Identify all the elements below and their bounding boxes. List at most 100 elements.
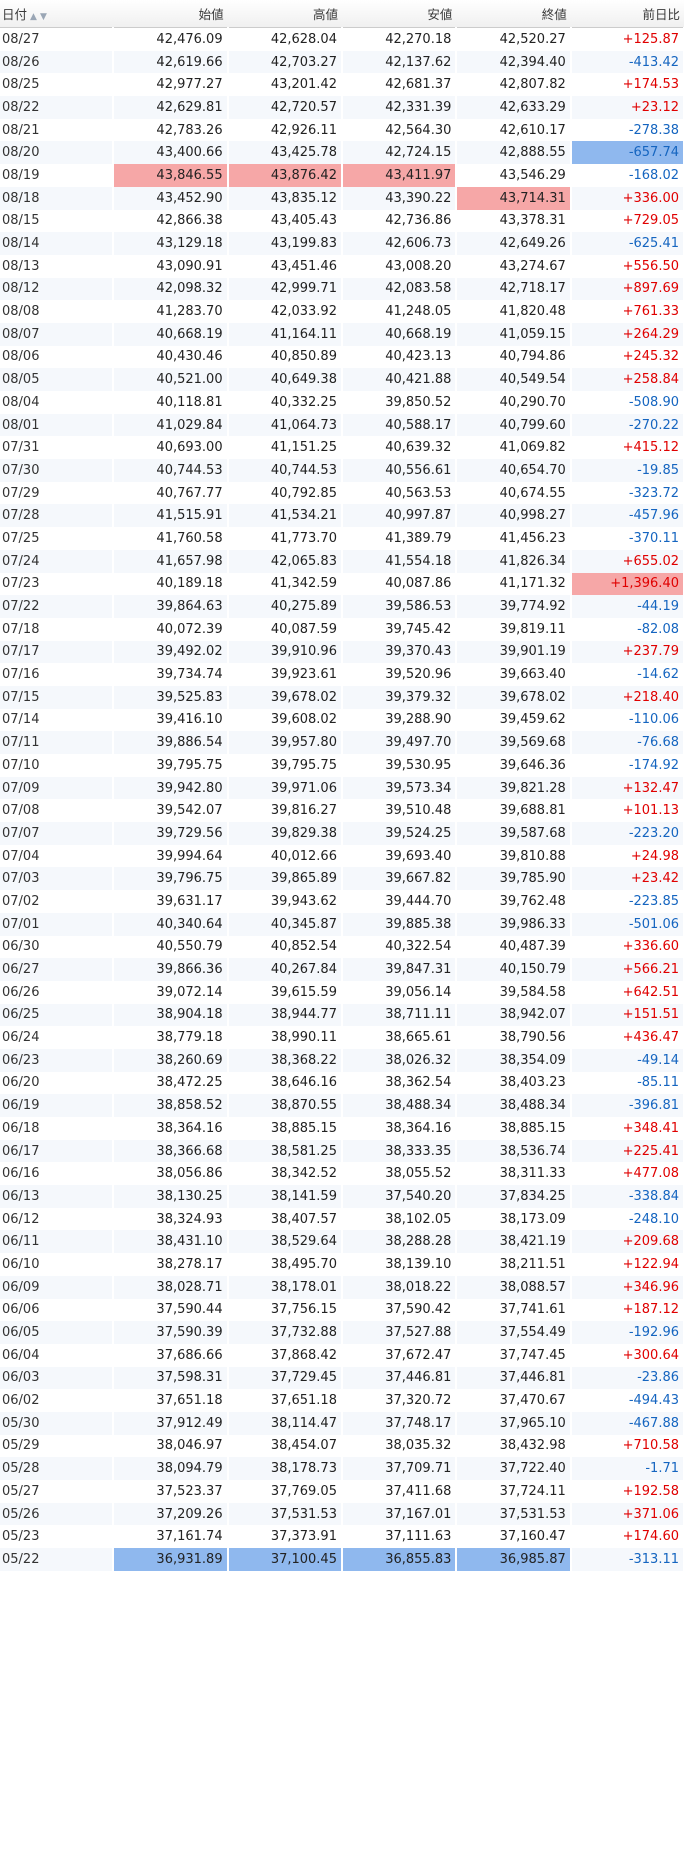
column-header-high[interactable]: 高値 <box>227 0 342 28</box>
table-row: 08/13 43,090.91 43,451.46 43,008.20 43,274.6… <box>0 254 685 278</box>
cell-open: 40,118.81 <box>113 391 229 414</box>
cell-high: 39,865.89 <box>227 867 343 891</box>
table-row: 07/10 39,795.75 39,795.75 39,530.95 39,646.3… <box>0 754 685 777</box>
cell-low: 42,270.18 <box>341 27 458 51</box>
cell-open: 37,598.31 <box>113 1366 229 1390</box>
cell-change: -467.88 <box>570 1411 685 1435</box>
column-header-close[interactable]: 終値 <box>456 0 571 28</box>
cell-open: 41,515.91 <box>113 504 229 528</box>
cell-low: 38,018.22 <box>341 1275 458 1299</box>
cell-open: 39,492.02 <box>113 640 229 664</box>
cell-open: 39,866.36 <box>113 958 229 981</box>
column-header-date[interactable]: 日付 ▲ ▼ <box>0 0 114 28</box>
cell-high: 38,454.07 <box>227 1434 343 1458</box>
header-row: 日付 ▲ ▼ 始値 高値 安値 終値 前日比 <box>0 0 684 28</box>
cell-close: 39,569.68 <box>456 731 572 754</box>
cell-open: 41,760.58 <box>113 527 229 550</box>
sort-desc-icon[interactable]: ▼ <box>40 12 47 22</box>
cell-open: 39,416.10 <box>113 708 229 732</box>
cell-date: 08/25 <box>0 73 115 97</box>
cell-close: 40,150.79 <box>456 958 572 981</box>
table-row: 05/26 37,209.26 37,531.53 37,167.01 37,531.5… <box>0 1502 685 1526</box>
sort-asc-icon[interactable]: ▲ <box>30 12 37 22</box>
cell-high: 40,012.66 <box>227 844 343 868</box>
cell-open: 38,260.69 <box>113 1048 229 1072</box>
cell-change: -313.11 <box>570 1548 685 1571</box>
table-row: 05/27 37,523.37 37,769.05 37,411.68 37,724.1… <box>0 1480 685 1503</box>
table-row: 06/13 38,130.25 38,141.59 37,540.20 37,834.2… <box>0 1185 685 1208</box>
cell-low: 39,524.25 <box>341 822 458 845</box>
cell-date: 05/22 <box>0 1548 115 1571</box>
cell-close: 39,810.88 <box>456 844 572 868</box>
cell-date: 07/14 <box>0 708 115 732</box>
cell-high: 39,957.80 <box>227 731 343 754</box>
cell-open: 38,366.68 <box>113 1139 229 1163</box>
cell-high: 43,405.43 <box>227 209 343 233</box>
cell-high: 41,534.21 <box>227 504 343 528</box>
cell-open: 42,098.32 <box>113 277 229 301</box>
cell-open: 38,431.10 <box>113 1230 229 1254</box>
column-header-low[interactable]: 安値 <box>341 0 457 28</box>
cell-close: 42,633.29 <box>456 96 572 119</box>
cell-open: 42,476.09 <box>113 27 229 51</box>
cell-low: 39,510.48 <box>341 799 458 823</box>
table-row: 06/06 37,590.44 37,756.15 37,590.42 37,741.6… <box>0 1298 685 1322</box>
cell-close: 38,536.74 <box>456 1139 572 1163</box>
table-row: 08/14 43,129.18 43,199.83 42,606.73 42,649.2… <box>0 232 685 255</box>
cell-change: +897.69 <box>570 277 685 301</box>
cell-low: 40,556.61 <box>341 459 458 482</box>
cell-open: 42,629.81 <box>113 96 229 119</box>
cell-change: +125.87 <box>570 27 685 51</box>
cell-date: 08/22 <box>0 96 115 119</box>
cell-open: 39,072.14 <box>113 980 229 1004</box>
table-row: 06/18 38,364.16 38,885.15 38,364.16 38,885.1… <box>0 1117 685 1140</box>
cell-close: 39,819.11 <box>456 617 572 641</box>
cell-date: 08/15 <box>0 209 115 233</box>
cell-open: 43,846.55 <box>113 164 229 187</box>
cell-open: 39,631.17 <box>113 890 229 913</box>
table-row: 06/02 37,651.18 37,651.18 37,320.72 37,470.6… <box>0 1389 685 1412</box>
table-row: 05/29 38,046.97 38,454.07 38,035.32 38,432.9… <box>0 1434 685 1458</box>
cell-change: +174.60 <box>570 1525 685 1549</box>
cell-high: 37,729.45 <box>227 1366 343 1390</box>
cell-high: 37,756.15 <box>227 1298 343 1322</box>
cell-close: 38,488.34 <box>456 1094 572 1117</box>
cell-open: 40,550.79 <box>113 935 229 959</box>
cell-open: 38,324.93 <box>113 1207 229 1231</box>
column-header-open[interactable]: 始値 <box>113 0 228 28</box>
table-row: 08/18 43,452.90 43,835.12 43,390.22 43,714.3… <box>0 186 685 210</box>
cell-open: 38,094.79 <box>113 1457 229 1480</box>
cell-change: +348.41 <box>570 1117 685 1140</box>
cell-high: 39,829.38 <box>227 822 343 845</box>
cell-low: 39,497.70 <box>341 731 458 754</box>
cell-change: +300.64 <box>570 1343 685 1367</box>
cell-close: 39,785.90 <box>456 867 572 891</box>
cell-change: +192.58 <box>570 1480 685 1503</box>
cell-date: 07/09 <box>0 776 115 800</box>
cell-close: 39,986.33 <box>456 912 572 936</box>
table-header: 日付 ▲ ▼ 始値 高値 安値 終値 前日比 <box>0 0 684 28</box>
cell-high: 38,178.73 <box>227 1457 343 1480</box>
cell-low: 37,590.42 <box>341 1298 458 1322</box>
table-row: 06/03 37,598.31 37,729.45 37,446.81 37,446.8… <box>0 1366 685 1390</box>
table-row: 08/20 43,400.66 43,425.78 42,724.15 42,888.5… <box>0 141 685 165</box>
cell-high: 40,345.87 <box>227 912 343 936</box>
cell-low: 38,333.35 <box>341 1139 458 1163</box>
table-row: 08/26 42,619.66 42,703.27 42,137.62 42,394.4… <box>0 50 685 74</box>
column-header-change[interactable]: 前日比 <box>570 0 684 28</box>
cell-open: 38,472.25 <box>113 1071 229 1095</box>
cell-close: 43,546.29 <box>456 164 572 187</box>
cell-open: 39,796.75 <box>113 867 229 891</box>
cell-open: 42,783.26 <box>113 118 229 142</box>
table-row: 05/23 37,161.74 37,373.91 37,111.63 37,160.4… <box>0 1525 685 1549</box>
cell-high: 38,342.52 <box>227 1162 343 1186</box>
table-row: 07/18 40,072.39 40,087.59 39,745.42 39,819.1… <box>0 617 685 641</box>
cell-high: 40,850.89 <box>227 345 343 369</box>
cell-low: 37,411.68 <box>341 1480 458 1503</box>
cell-low: 39,693.40 <box>341 844 458 868</box>
cell-close: 39,584.58 <box>456 980 572 1004</box>
cell-open: 42,977.27 <box>113 73 229 97</box>
cell-low: 39,573.34 <box>341 776 458 800</box>
cell-date: 06/27 <box>0 958 115 981</box>
cell-change: +258.84 <box>570 368 685 391</box>
